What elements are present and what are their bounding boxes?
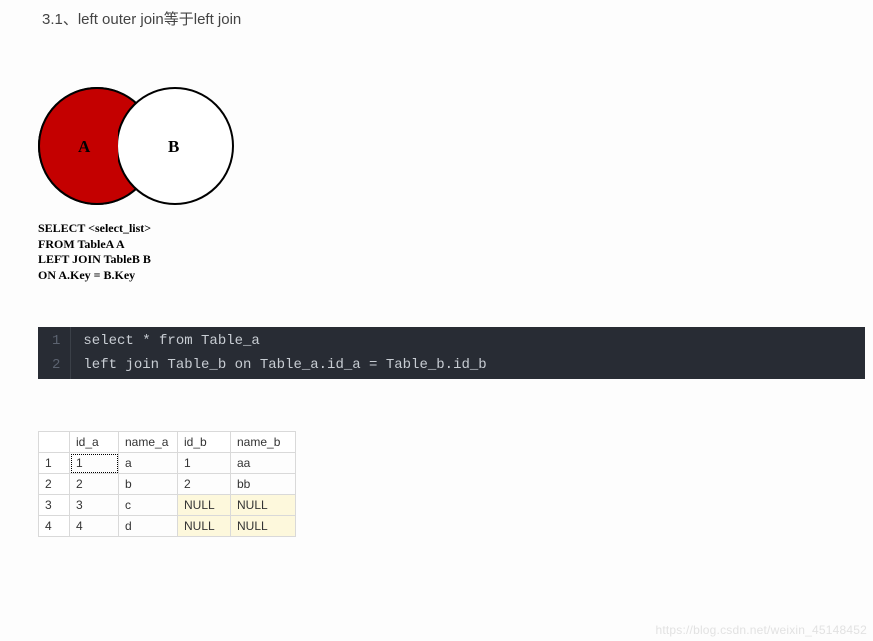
row-number: 4 [39,516,70,537]
code-content: select * from Table_a left join Table_b … [71,327,486,379]
cell: 2 [178,474,231,495]
row-number: 1 [39,453,70,474]
table-row: 4 4 d NULL NULL [39,516,296,537]
cell: 4 [70,516,119,537]
venn-label-b: B [168,137,179,157]
cell: aa [231,453,296,474]
venn-sql-caption: SELECT <select_list> FROM TableA A LEFT … [38,221,873,283]
result-table: id_a name_a id_b name_b 1 1 a 1 aa 2 2 b… [38,431,296,537]
cell-null: NULL [231,495,296,516]
col-header: name_a [119,432,178,453]
code-line: left join Table_b on Table_a.id_a = Tabl… [83,353,486,377]
table-row: 3 3 c NULL NULL [39,495,296,516]
row-number: 2 [39,474,70,495]
venn-diagram: A B SELECT <select_list> FROM TableA A L… [38,87,873,283]
col-header: id_a [70,432,119,453]
col-header: name_b [231,432,296,453]
col-header: id_b [178,432,231,453]
table-row: 2 2 b 2 bb [39,474,296,495]
cell: bb [231,474,296,495]
cell: 2 [70,474,119,495]
section-heading: 3.1、left outer join等于left join [0,0,873,29]
cell-null: NULL [178,495,231,516]
code-line: select * from Table_a [83,329,486,353]
table-row: 1 1 a 1 aa [39,453,296,474]
line-number: 1 [52,329,60,353]
cell: 1 [70,453,119,474]
row-number: 3 [39,495,70,516]
cell: d [119,516,178,537]
cell: 1 [178,453,231,474]
code-gutter: 1 2 [38,327,71,379]
cell-null: NULL [231,516,296,537]
code-block: 1 2 select * from Table_a left join Tabl… [38,327,865,379]
line-number: 2 [52,353,60,377]
table-header-row: id_a name_a id_b name_b [39,432,296,453]
cell: a [119,453,178,474]
cell: 3 [70,495,119,516]
row-number-header [39,432,70,453]
cell-null: NULL [178,516,231,537]
cell: b [119,474,178,495]
venn-label-a: A [78,137,90,157]
watermark: https://blog.csdn.net/weixin_45148452 [655,623,867,637]
cell: c [119,495,178,516]
